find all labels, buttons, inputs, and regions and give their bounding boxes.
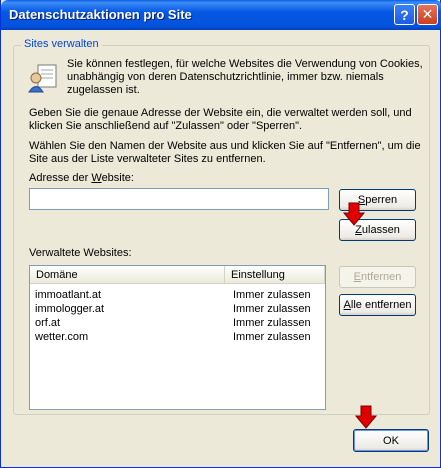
remove-all-button-accesskey: A (343, 299, 351, 311)
group-legend: Sites verwalten (21, 38, 102, 50)
managed-sites-list[interactable]: Domäne Einstellung immoatlant.at Immer z… (29, 265, 326, 410)
intro-line-1: Sie können festlegen, für welche Website… (67, 58, 423, 70)
privacy-info-icon (28, 64, 57, 93)
ok-button-label: OK (383, 434, 399, 447)
list-item-domain: immologger.at (35, 303, 105, 315)
intro-line-2: unabhängig von deren Datenschutzrichtlin… (67, 71, 384, 83)
list-item-setting: Immer zulassen (233, 303, 311, 315)
block-button-label: perren (365, 194, 398, 206)
list-header: Domäne Einstellung (30, 266, 325, 284)
address-label-post: ebsite: (101, 172, 134, 184)
address-label-accesskey: W (91, 172, 102, 184)
list-item[interactable]: orf.at Immer zulassen (30, 316, 325, 330)
list-item[interactable]: immoatlant.at Immer zulassen (30, 288, 325, 302)
list-item-setting: Immer zulassen (233, 317, 311, 329)
address-label-pre: Adresse der (29, 172, 92, 184)
window-title: Datenschutzaktionen pro Site (9, 7, 192, 22)
list-item-setting: Immer zulassen (233, 331, 311, 343)
instruction-2-line-2: Site aus der Liste verwalteter Sites zu … (29, 153, 266, 165)
list-item-domain: orf.at (35, 317, 61, 329)
remove-all-button-label: lle entfernen (350, 299, 412, 311)
title-bar[interactable]: Datenschutzaktionen pro Site ? ✕ (1, 0, 441, 30)
remove-button-label: ntfernen (360, 271, 402, 283)
list-item-setting: Immer zulassen (233, 289, 311, 301)
column-setting[interactable]: Einstellung (225, 266, 325, 284)
instruction-2-line-1: Wählen Sie den Namen der Website aus und… (29, 140, 421, 152)
ok-button[interactable]: OK (353, 429, 429, 452)
list-item[interactable]: immologger.at Immer zulassen (30, 302, 325, 316)
remove-button[interactable]: Entfernen (339, 266, 416, 288)
help-button[interactable]: ? (394, 4, 415, 25)
red-down-arrow-icon (343, 202, 365, 226)
column-domain[interactable]: Domäne (30, 266, 225, 284)
close-icon: ✕ (421, 6, 434, 22)
instruction-1-line-2: klicken Sie anschließend auf "Zulassen" … (29, 120, 303, 132)
intro-line-3: zugelassen ist. (67, 84, 140, 96)
remove-button-accesskey: E (353, 271, 361, 283)
address-input[interactable] (29, 188, 329, 210)
remove-all-button[interactable]: Alle entfernen (339, 294, 416, 316)
managed-sites-label: Verwaltete Websites: (29, 247, 132, 259)
list-item-domain: immoatlant.at (35, 289, 102, 301)
dialog-window: Datenschutzaktionen pro Site ? ✕ Sites v… (0, 0, 441, 468)
list-item-domain: wetter.com (35, 331, 89, 343)
allow-button-label: ulassen (361, 224, 400, 236)
close-button[interactable]: ✕ (417, 4, 438, 25)
list-item[interactable]: wetter.com Immer zulassen (30, 330, 325, 344)
instruction-1-line-1: Geben Sie die genaue Adresse der Website… (29, 107, 412, 119)
address-label: Adresse der Website: (29, 172, 134, 185)
help-icon: ? (400, 6, 409, 23)
red-down-arrow-icon (355, 405, 377, 429)
